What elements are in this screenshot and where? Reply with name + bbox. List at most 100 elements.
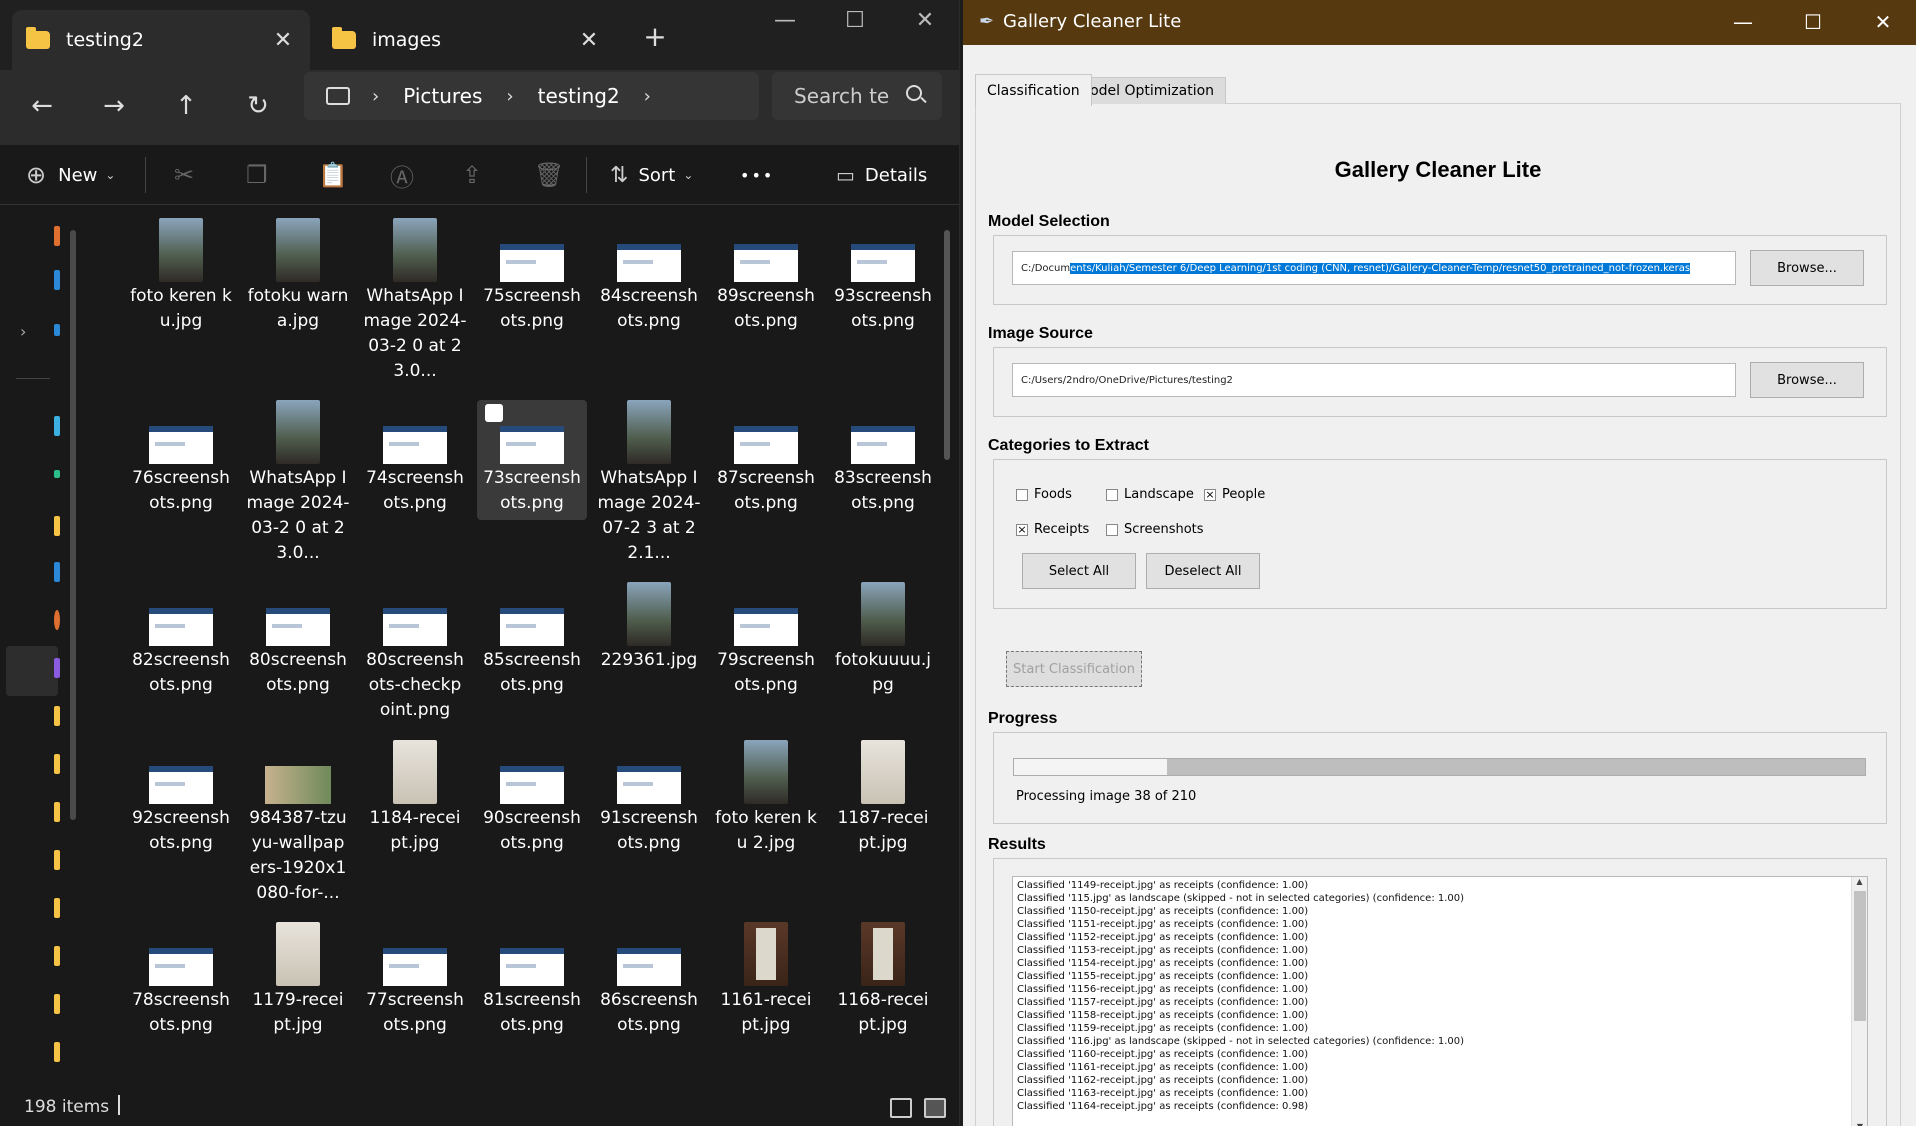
minimize-button[interactable]: — xyxy=(760,8,810,33)
sidebar-item-icon[interactable] xyxy=(54,658,60,678)
new-tab-button[interactable]: + xyxy=(640,20,670,53)
file-item[interactable]: 86screensh ots.png xyxy=(594,922,704,1038)
file-item[interactable]: 84screensh ots.png xyxy=(594,218,704,334)
checkbox-people[interactable]: × People xyxy=(1204,487,1265,502)
file-item[interactable]: 87screensh ots.png xyxy=(711,400,821,516)
copy-button[interactable]: ❐ xyxy=(246,145,268,205)
folder-icon[interactable] xyxy=(54,754,60,774)
details-button[interactable]: ▭ Details xyxy=(836,145,927,205)
file-item[interactable]: 80screensh ots.png xyxy=(243,582,353,698)
deselect-all-button[interactable]: Deselect All xyxy=(1146,553,1260,589)
file-item[interactable]: 984387-tzu yu-wallpap ers-1920x1 080-for… xyxy=(243,740,353,906)
close-button[interactable]: ✕ xyxy=(900,8,950,33)
file-item[interactable]: 76screensh ots.png xyxy=(126,400,236,516)
results-textbox[interactable]: Classified '1149-receipt.jpg' as receipt… xyxy=(1012,876,1868,1126)
cut-button[interactable]: ✂ xyxy=(174,145,194,205)
checkbox-receipts[interactable]: × Receipts xyxy=(1016,522,1089,537)
file-item[interactable]: WhatsApp Image 2024-03-2 0 at 23.0... xyxy=(243,400,353,566)
sidebar-selected-item[interactable] xyxy=(6,646,58,696)
file-item[interactable]: foto keren ku 2.jpg xyxy=(711,740,821,856)
file-item[interactable]: 1187-recei pt.jpg xyxy=(828,740,938,856)
scroll-down-icon[interactable]: ▼ xyxy=(1852,1122,1867,1126)
share-button[interactable]: ⇪ xyxy=(462,145,482,205)
file-item[interactable]: 1179-recei pt.jpg xyxy=(243,922,353,1038)
sidebar-item-icon[interactable] xyxy=(54,562,60,582)
file-item[interactable]: 82screensh ots.png xyxy=(126,582,236,698)
file-item[interactable]: 91screensh ots.png xyxy=(594,740,704,856)
folder-icon[interactable] xyxy=(54,706,60,726)
folder-icon[interactable] xyxy=(54,994,60,1014)
folder-icon[interactable] xyxy=(54,516,60,536)
breadcrumb-pictures[interactable]: Pictures xyxy=(403,84,482,108)
folder-icon[interactable] xyxy=(54,850,60,870)
file-item[interactable]: 75screensh ots.png xyxy=(477,218,587,334)
file-item[interactable]: 73screensh ots.png xyxy=(477,400,587,520)
model-browse-button[interactable]: Browse... xyxy=(1750,250,1864,286)
file-item[interactable]: 74screensh ots.png xyxy=(360,400,470,516)
tab-testing2[interactable]: testing2 ✕ xyxy=(12,10,310,70)
file-item[interactable]: 80screensh ots-checkp oint.png xyxy=(360,582,470,723)
tab-close-icon[interactable]: ✕ xyxy=(270,28,296,53)
start-classification-button[interactable]: Start Classification xyxy=(1006,651,1142,687)
tiles-view-icon[interactable] xyxy=(924,1098,946,1118)
results-scrollbar[interactable]: ▲ ▼ xyxy=(1851,877,1867,1126)
content-scrollbar[interactable] xyxy=(944,230,950,460)
search-input[interactable]: Search te xyxy=(772,72,942,120)
file-item[interactable]: 93screensh ots.png xyxy=(828,218,938,334)
select-all-button[interactable]: Select All xyxy=(1022,553,1136,589)
more-options-button[interactable]: ••• xyxy=(740,145,774,205)
folder-icon[interactable] xyxy=(54,802,60,822)
sidebar-item-icon[interactable] xyxy=(54,416,60,436)
maximize-button[interactable]: ☐ xyxy=(830,8,880,33)
new-button[interactable]: ⊕ New ⌄ xyxy=(26,145,115,205)
close-button[interactable]: ✕ xyxy=(1863,10,1903,34)
scrollbar-thumb[interactable] xyxy=(1854,891,1866,1021)
file-item[interactable]: 83screensh ots.png xyxy=(828,400,938,516)
sidebar-item-icon[interactable] xyxy=(54,610,60,630)
file-item[interactable]: 77screensh ots.png xyxy=(360,922,470,1038)
details-view-icon[interactable] xyxy=(890,1098,912,1118)
sidebar-item-icon[interactable] xyxy=(54,470,60,478)
sort-button[interactable]: ⇅ Sort ⌄ xyxy=(610,145,693,205)
maximize-button[interactable]: ☐ xyxy=(1793,10,1833,34)
sidebar-item-icon[interactable] xyxy=(54,270,60,290)
file-item[interactable]: 85screensh ots.png xyxy=(477,582,587,698)
folder-icon[interactable] xyxy=(54,898,60,918)
tab-images[interactable]: images ✕ xyxy=(318,10,616,70)
file-item[interactable]: 1168-recei pt.jpg xyxy=(828,922,938,1038)
source-browse-button[interactable]: Browse... xyxy=(1750,362,1864,398)
selection-checkbox[interactable] xyxy=(485,404,503,422)
file-item[interactable]: WhatsApp Image 2024-07-2 3 at 22.1... xyxy=(594,400,704,566)
sidebar-scrollbar[interactable] xyxy=(70,230,76,820)
checkbox-foods[interactable]: Foods xyxy=(1016,487,1072,502)
file-item[interactable]: 1161-recei pt.jpg xyxy=(711,922,821,1038)
checkbox-screenshots[interactable]: Screenshots xyxy=(1106,522,1204,537)
minimize-button[interactable]: — xyxy=(1723,10,1763,34)
file-item[interactable]: 78screensh ots.png xyxy=(126,922,236,1038)
tab-classification[interactable]: Classification xyxy=(975,74,1092,106)
sidebar-item-icon[interactable] xyxy=(54,324,60,336)
checkbox-landscape[interactable]: Landscape xyxy=(1106,487,1194,502)
expand-chevron-icon[interactable]: › xyxy=(20,322,26,341)
paste-button[interactable]: 📋 xyxy=(318,145,348,205)
file-item[interactable]: 229361.jpg xyxy=(594,582,704,673)
file-item[interactable]: 89screensh ots.png xyxy=(711,218,821,334)
scroll-up-icon[interactable]: ▲ xyxy=(1852,877,1867,886)
rename-button[interactable]: Ⓐ xyxy=(390,145,414,205)
delete-button[interactable]: 🗑 xyxy=(534,145,564,205)
file-item[interactable]: fotoku warna.jpg xyxy=(243,218,353,334)
file-item[interactable]: foto keren ku.jpg xyxy=(126,218,236,334)
model-path-field[interactable]: C:/Docum ents/Kuliah/Semester 6/Deep Lear… xyxy=(1012,251,1736,285)
file-item[interactable]: 81screensh ots.png xyxy=(477,922,587,1038)
folder-icon[interactable] xyxy=(54,1042,60,1062)
file-item[interactable]: fotokuuuu.j pg xyxy=(828,582,938,698)
file-item[interactable]: 79screensh ots.png xyxy=(711,582,821,698)
breadcrumb-testing2[interactable]: testing2 xyxy=(538,84,620,108)
folder-icon[interactable] xyxy=(54,946,60,966)
file-item[interactable]: 1184-recei pt.jpg xyxy=(360,740,470,856)
tab-close-icon[interactable]: ✕ xyxy=(576,28,602,53)
image-source-field[interactable]: C:/Users/2ndro/OneDrive/Pictures/testing… xyxy=(1012,363,1736,397)
file-item[interactable]: 92screensh ots.png xyxy=(126,740,236,856)
file-item[interactable]: 90screensh ots.png xyxy=(477,740,587,856)
address-bar[interactable]: › Pictures › testing2 › xyxy=(304,72,759,120)
